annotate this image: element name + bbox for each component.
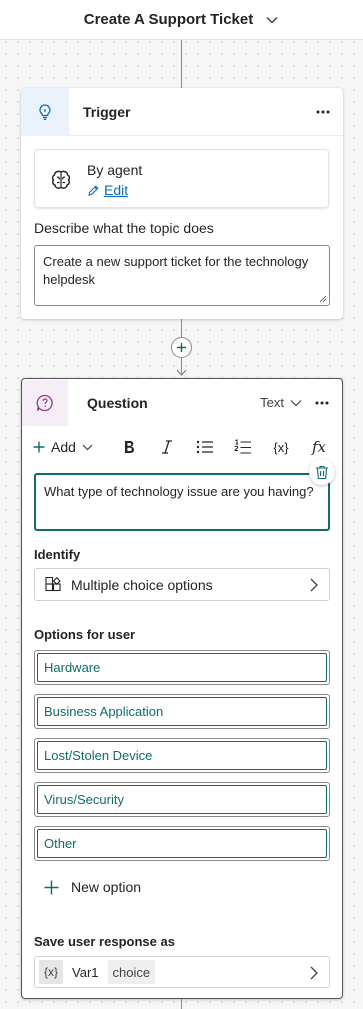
bullet-list-button[interactable]: [193, 435, 217, 459]
identify-label: Identify: [34, 547, 81, 562]
variable-type-icon: {x}: [39, 960, 64, 984]
trash-icon: [316, 465, 328, 479]
numbered-list-button[interactable]: [231, 435, 255, 459]
resize-grip-icon[interactable]: [319, 295, 327, 303]
plus-icon: [33, 441, 45, 453]
response-type-dropdown[interactable]: Text: [260, 395, 302, 410]
trigger-header: Trigger: [21, 87, 343, 136]
bullet-list-icon: [196, 440, 213, 454]
edit-trigger-link[interactable]: Edit: [87, 182, 128, 198]
insert-variable-button[interactable]: {x}: [269, 435, 293, 459]
save-response-label: Save user response as: [34, 934, 175, 949]
numbered-list-icon: [234, 439, 251, 454]
add-button[interactable]: Add: [33, 439, 93, 455]
more-horizontal-icon: [315, 401, 329, 405]
connector-line: [181, 319, 182, 337]
question-icon-tile: [22, 380, 68, 426]
choice-grid-icon: [45, 576, 61, 591]
description-label: Describe what the topic does: [34, 220, 214, 236]
topic-header: Create A Support Ticket: [0, 0, 363, 40]
option-input[interactable]: Lost/Stolen Device: [34, 738, 330, 773]
chevron-down-icon: [82, 444, 93, 450]
italic-icon: [162, 440, 172, 454]
trigger-icon-tile: [21, 87, 69, 136]
bold-button[interactable]: [117, 435, 141, 459]
lightbulb-icon: [39, 103, 51, 120]
description-textarea[interactable]: Create a new support ticket for the tech…: [34, 245, 330, 306]
option-input[interactable]: Business Application: [34, 694, 330, 729]
question-node[interactable]: Question Text Add {x} fx What type of te…: [21, 378, 343, 999]
option-input[interactable]: Hardware: [34, 650, 330, 685]
description-text: Create a new support ticket for the tech…: [43, 254, 309, 287]
delete-message-button[interactable]: [309, 459, 335, 485]
response-type-value: Text: [260, 395, 284, 410]
option-text: Virus/Security: [37, 785, 327, 814]
more-options-button[interactable]: [311, 100, 335, 124]
variable-name: Var1: [67, 960, 104, 984]
chevron-down-icon: [290, 399, 302, 406]
add-node-button[interactable]: [171, 337, 192, 358]
add-label: Add: [51, 439, 76, 455]
plus-icon: [44, 880, 59, 894]
trigger-title: Trigger: [83, 103, 131, 120]
edit-label: Edit: [104, 182, 129, 198]
topic-title[interactable]: Create A Support Ticket: [84, 11, 253, 28]
italic-button[interactable]: [155, 435, 179, 459]
options-label: Options for user: [34, 627, 136, 642]
brain-icon: [51, 170, 71, 189]
arrow-down-icon: [176, 369, 187, 376]
question-bubble-icon: [36, 394, 53, 412]
variable-type: choice: [107, 960, 156, 984]
identify-selector[interactable]: Multiple choice options: [34, 568, 330, 601]
question-header: Question Text: [22, 379, 342, 427]
identify-value: Multiple choice options: [71, 576, 213, 593]
formatting-toolbar: Add {x} fx: [22, 431, 342, 463]
chevron-down-icon[interactable]: [265, 13, 279, 27]
option-text: Hardware: [37, 653, 327, 682]
trigger-type-label: By agent: [87, 162, 143, 178]
option-input[interactable]: Other: [34, 826, 330, 861]
more-options-button[interactable]: [310, 391, 334, 415]
option-text: Lost/Stolen Device: [37, 741, 327, 770]
trigger-agent-box: By agent Edit: [34, 149, 329, 208]
trigger-node[interactable]: Trigger By agent Edit Describe what the …: [21, 87, 343, 319]
plus-icon: [177, 343, 186, 352]
option-text: Business Application: [37, 697, 327, 726]
more-horizontal-icon: [316, 110, 330, 114]
new-option-label: New option: [71, 879, 142, 895]
variable-icon: {x}: [273, 439, 289, 455]
formula-icon: fx: [311, 438, 326, 456]
connector-line: [181, 999, 182, 1009]
question-prompt-text: What type of technology issue are you ha…: [44, 484, 314, 499]
connector-line: [181, 40, 182, 88]
option-input[interactable]: Virus/Security: [34, 782, 330, 817]
pencil-icon: [88, 184, 99, 196]
new-option-button[interactable]: New option: [44, 879, 141, 895]
save-response-selector[interactable]: {x} Var1 choice: [34, 956, 330, 988]
chevron-right-icon: [310, 966, 318, 980]
insert-formula-button[interactable]: fx: [307, 435, 331, 459]
option-text: Other: [37, 829, 327, 858]
question-title: Question: [87, 395, 148, 411]
bold-icon: [125, 441, 134, 453]
question-prompt-input[interactable]: What type of technology issue are you ha…: [34, 473, 330, 531]
chevron-right-icon: [310, 578, 318, 592]
